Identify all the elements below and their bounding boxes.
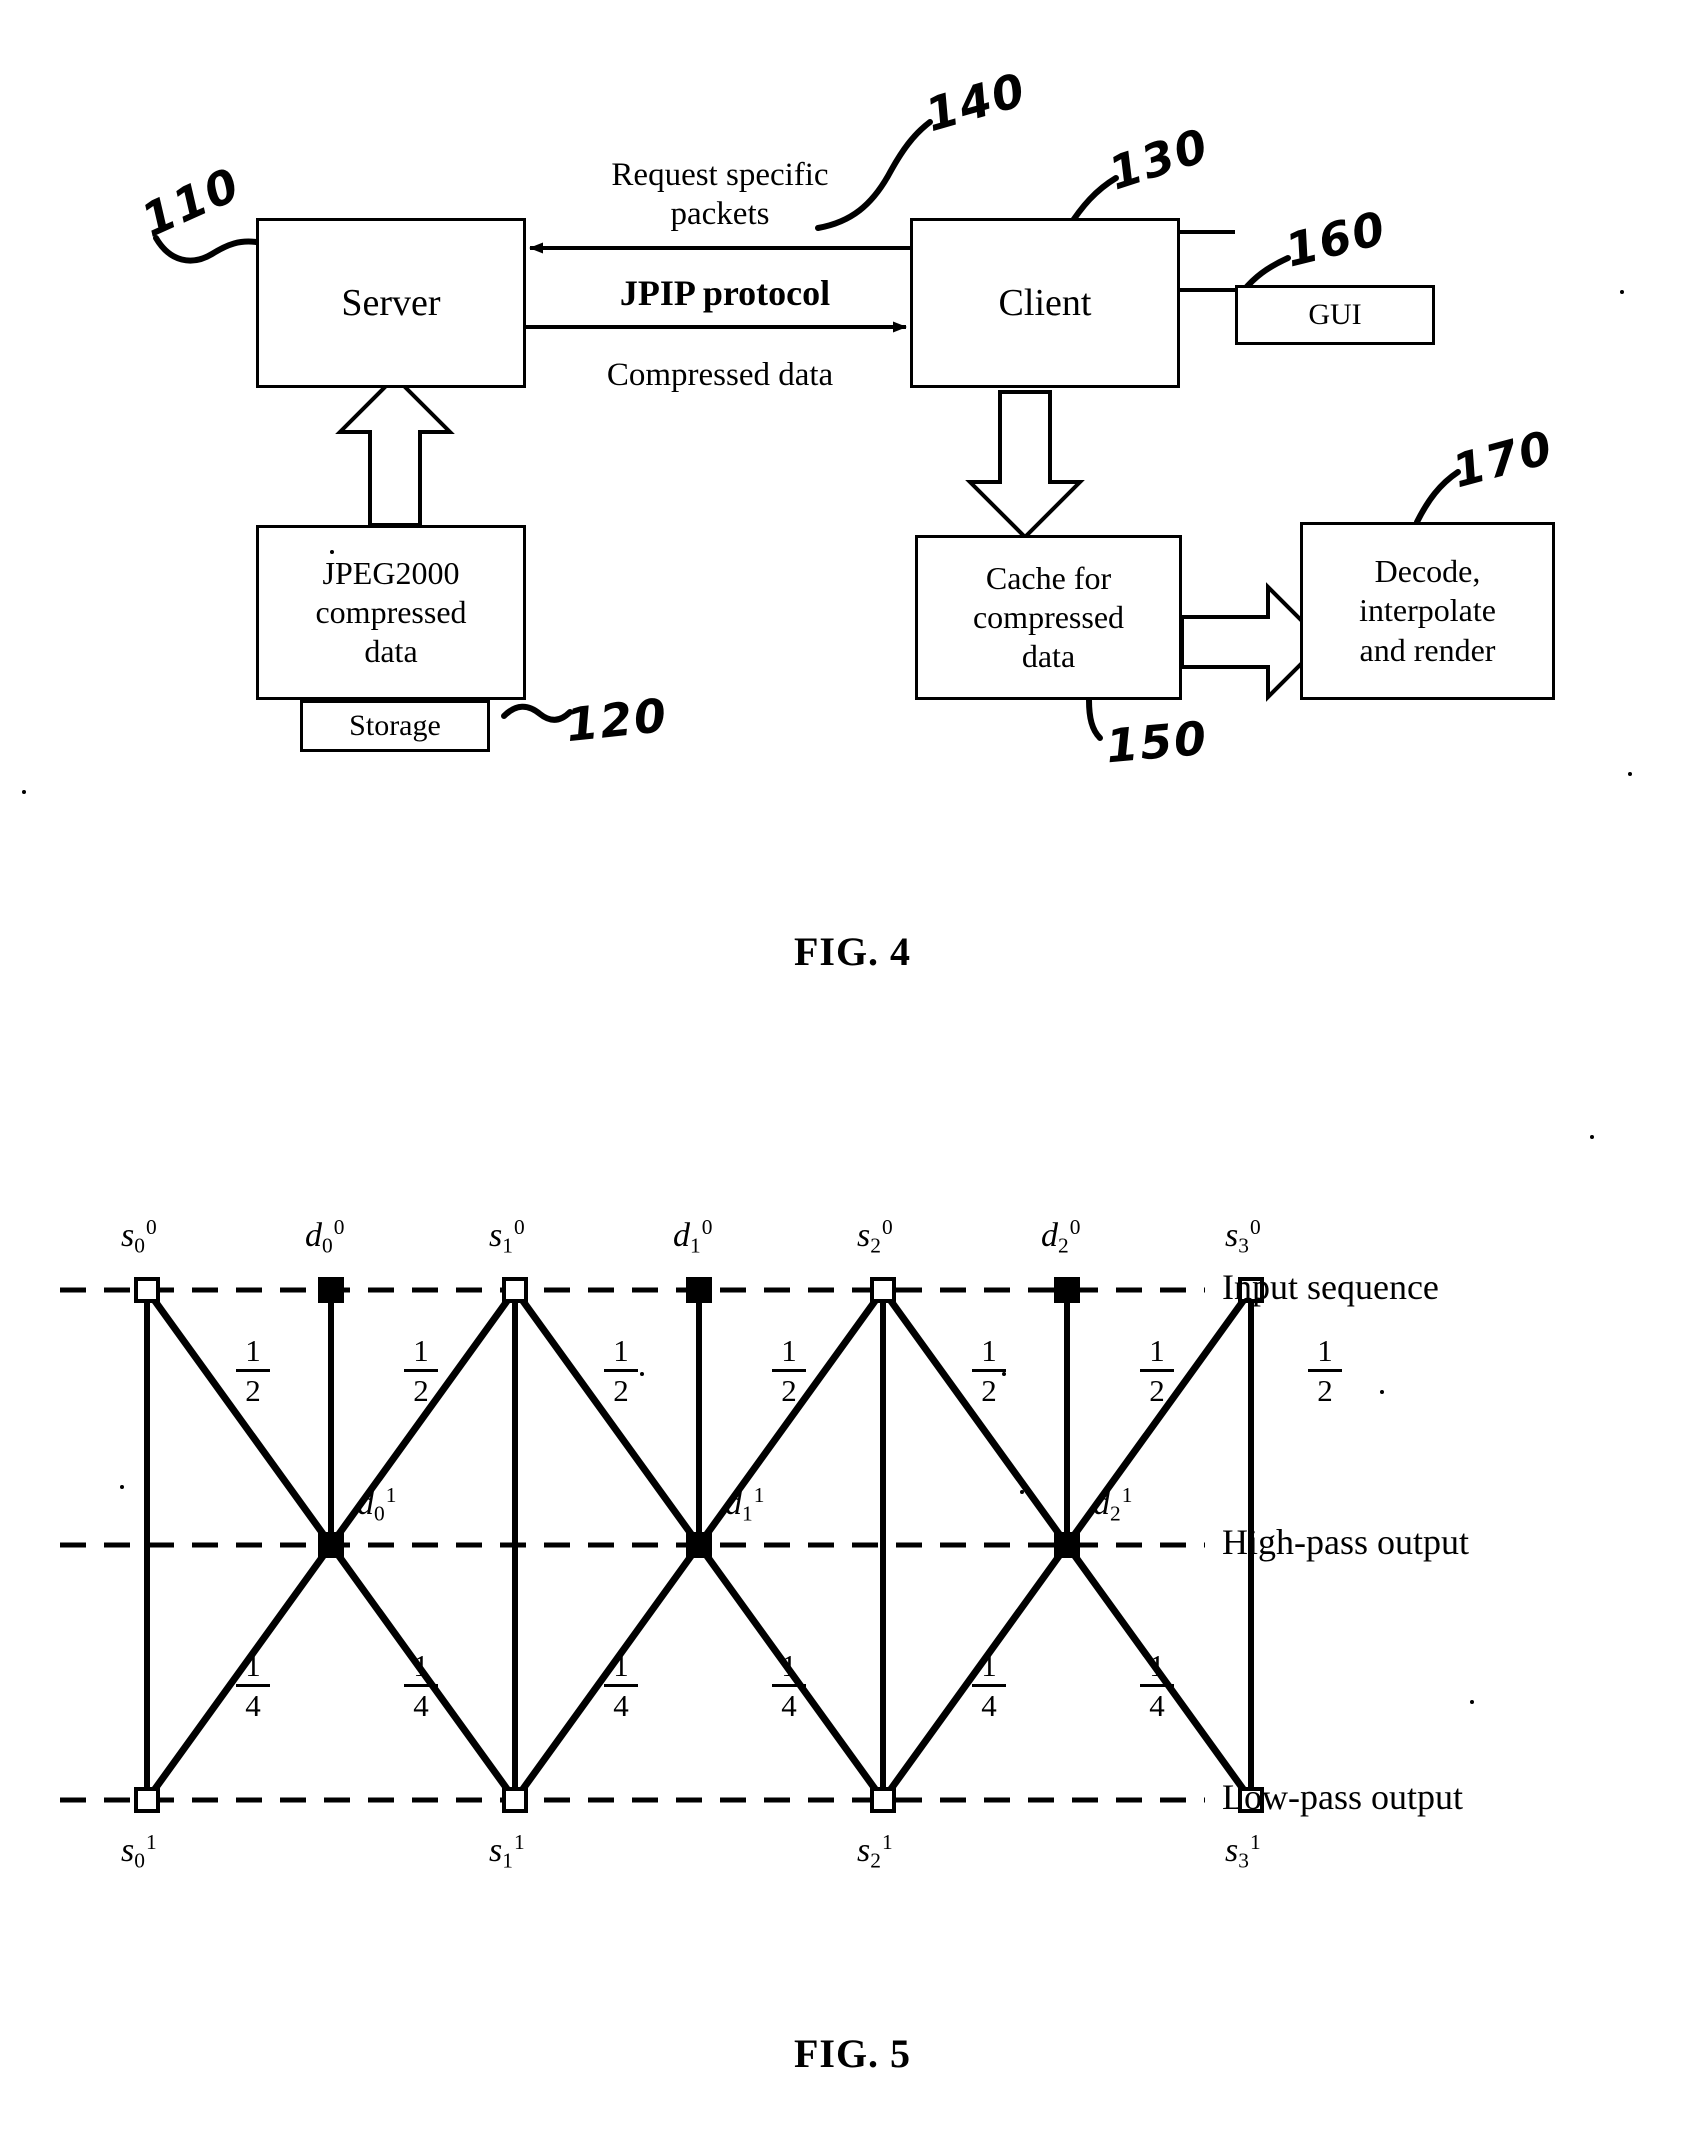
scan-speck <box>1380 1390 1384 1394</box>
jpeg2000-box-line1: JPEG2000 <box>322 554 460 591</box>
predict-weight-7: 12 <box>1303 1335 1347 1406</box>
fig5-lowpass-node-s0 <box>134 1787 160 1813</box>
jpip-protocol-label: JPIP protocol <box>619 273 831 313</box>
fig5-input-node-d1 <box>686 1277 712 1303</box>
cache-box[interactable]: Cache for compressed data <box>915 535 1182 700</box>
fig5-input-node-label-s3: s30 <box>1225 1215 1261 1258</box>
gui-box-label: GUI <box>1308 297 1362 331</box>
fig5-highpass-node-d0 <box>318 1532 344 1558</box>
fig5-input-node-label-d1: d10 <box>673 1215 713 1258</box>
fig5-lowpass-node-label-s3: s31 <box>1225 1830 1261 1873</box>
jpeg2000-box[interactable]: JPEG2000 compressed data <box>256 525 526 700</box>
figure-4-caption: FIG. 4 <box>793 929 912 974</box>
update-weight-3: 14 <box>599 1650 643 1721</box>
update-weight-1: 14 <box>231 1650 275 1721</box>
predict-weight-4: 12 <box>767 1335 811 1406</box>
fig5-update-diagonals <box>144 1542 1254 1803</box>
update-weight-6: 14 <box>1135 1650 1179 1721</box>
request-packets-label-line1: Request specific <box>611 157 829 193</box>
client-to-cache-block-arrow <box>965 390 1085 540</box>
scan-speck <box>1628 772 1632 776</box>
client-gui-connector <box>1180 230 1235 292</box>
fig5-highpass-node-d1 <box>686 1532 712 1558</box>
fig5-lowpass-node-label-s1: s11 <box>489 1830 525 1873</box>
fig5-input-node-label-d0: d00 <box>305 1215 345 1258</box>
row-label-input-sequence: Input sequence <box>1222 1267 1439 1307</box>
predict-weight-1: 12 <box>231 1335 275 1406</box>
fig5-input-node-d0 <box>318 1277 344 1303</box>
predict-weight-6: 12 <box>1135 1335 1179 1406</box>
fig5-lowpass-node-s1 <box>502 1787 528 1813</box>
update-weight-4: 14 <box>767 1650 811 1721</box>
fig5-highpass-node-d2 <box>1054 1532 1080 1558</box>
leader-line-110 <box>153 235 259 264</box>
reference-numeral-130: 130 <box>1102 117 1216 201</box>
jpeg2000-box-line2: compressed <box>315 593 467 630</box>
fig5-input-node-s0 <box>134 1277 160 1303</box>
server-box[interactable]: Server <box>256 218 526 388</box>
request-packets-label-line2: packets <box>670 196 770 232</box>
scan-speck <box>640 1372 644 1376</box>
predict-weight-3: 12 <box>599 1335 643 1406</box>
leader-line-120 <box>501 703 573 723</box>
server-box-label: Server <box>341 281 441 324</box>
fig5-lowpass-node-s2 <box>870 1787 896 1813</box>
cache-box-line1: Cache for <box>985 559 1112 596</box>
fig5-highpass-node-label-d2: d21 <box>1093 1483 1133 1526</box>
scan-speck <box>1620 290 1624 294</box>
leader-line-150 <box>1086 697 1103 741</box>
fig5-lowpass-node-label-s2: s21 <box>857 1830 893 1873</box>
compressed-data-label: Compressed data <box>606 357 834 393</box>
update-weight-5: 14 <box>967 1650 1011 1721</box>
fig5-lowpass-node-label-s0: s01 <box>121 1830 157 1873</box>
decode-box-line2: interpolate <box>1359 592 1496 629</box>
scan-speck <box>1590 1135 1594 1139</box>
reference-numeral-150: 150 <box>1103 710 1211 774</box>
scan-speck <box>1470 1700 1474 1704</box>
fig5-input-node-s1 <box>502 1277 528 1303</box>
reference-numeral-110: 110 <box>133 156 249 248</box>
reference-numeral-140: 140 <box>919 61 1033 143</box>
decode-box-line1: Decode, <box>1374 553 1481 590</box>
fig5-input-node-d2 <box>1054 1277 1080 1303</box>
fig5-input-node-label-s2: s20 <box>857 1215 893 1258</box>
row-label-highpass-output: High-pass output <box>1222 1522 1469 1562</box>
storage-box[interactable]: Storage <box>300 700 490 752</box>
reference-numeral-170: 170 <box>1446 419 1560 499</box>
scan-speck <box>330 550 334 554</box>
scan-speck <box>120 1485 124 1489</box>
fig5-input-node-label-d2: d20 <box>1041 1215 1081 1258</box>
fig5-predict-diagonals <box>144 1287 1254 1548</box>
leader-line-170 <box>1414 469 1461 525</box>
predict-weight-5: 12 <box>967 1335 1011 1406</box>
reference-numeral-120: 120 <box>563 687 671 753</box>
fig5-highpass-node-label-d0: d01 <box>357 1483 397 1526</box>
fig5-input-node-s2 <box>870 1277 896 1303</box>
cache-box-line2: compressed <box>972 598 1125 635</box>
predict-weight-2: 12 <box>399 1335 443 1406</box>
gui-box[interactable]: GUI <box>1235 285 1435 345</box>
row-label-lowpass-output: Low-pass output <box>1222 1777 1463 1817</box>
storage-to-server-block-arrow <box>335 374 455 527</box>
storage-box-label: Storage <box>349 708 441 742</box>
scan-speck <box>1020 1490 1024 1494</box>
client-box-label: Client <box>998 281 1092 324</box>
figure-5-caption: FIG. 5 <box>793 2031 912 2076</box>
cache-box-line3: data <box>1021 638 1076 675</box>
jpeg2000-box-line3: data <box>364 633 418 670</box>
decode-box-line3: and render <box>1359 631 1496 668</box>
patent-figure-page: Server Client GUI JPEG2000 compressed da… <box>0 0 1705 2138</box>
fig5-input-node-label-s0: s00 <box>121 1215 157 1258</box>
reference-numeral-160: 160 <box>1279 200 1393 278</box>
client-box[interactable]: Client <box>910 218 1180 388</box>
fig5-highpass-node-label-d1: d11 <box>725 1483 765 1526</box>
update-weight-2: 14 <box>399 1650 443 1721</box>
scan-speck <box>1002 1372 1006 1376</box>
scan-speck <box>22 790 26 794</box>
fig5-input-node-label-s1: s10 <box>489 1215 525 1258</box>
decode-box[interactable]: Decode, interpolate and render <box>1300 522 1555 700</box>
